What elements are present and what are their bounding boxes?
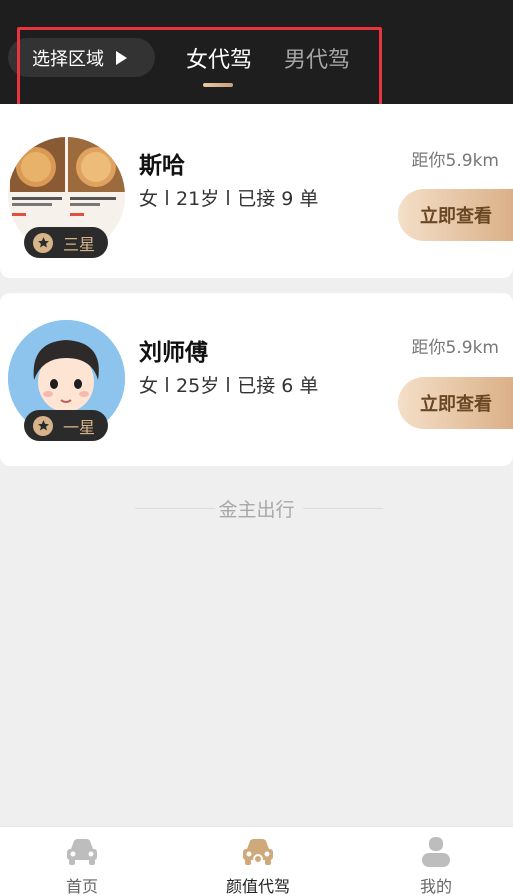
driver-avatar: 一星	[8, 320, 125, 441]
tabbar-label: 首页	[65, 877, 98, 896]
divider	[303, 508, 383, 509]
driver-name: 斯哈	[139, 153, 185, 179]
driver-orders: 已接 6 单	[237, 375, 319, 397]
rating-label: 一星	[63, 417, 96, 437]
star-icon	[33, 232, 53, 253]
driver-meta: 女 25岁 已接 6 单	[139, 371, 318, 398]
driver-gender: 女	[139, 375, 159, 397]
view-now-button[interactable]: 立即查看	[398, 189, 513, 241]
driver-name: 刘师傅	[139, 340, 208, 366]
divider	[227, 377, 230, 392]
driver-avatar: 三星	[8, 137, 125, 258]
divider	[227, 190, 230, 205]
view-now-button[interactable]: 立即查看	[398, 377, 513, 429]
highlight-box	[17, 27, 382, 112]
tabbar-item-mine[interactable]: 我的	[376, 835, 496, 896]
divider	[166, 190, 169, 205]
driver-orders: 已接 9 单	[237, 188, 319, 210]
car-icon	[22, 835, 142, 869]
driver-card[interactable]: 三星 斯哈 女 21岁 已接 9 单 距你5.9km 立即查看	[0, 104, 513, 278]
tabbar-label: 颜值代驾	[225, 877, 290, 896]
driver-distance: 距你5.9km	[411, 151, 499, 171]
view-now-label: 立即查看	[420, 206, 492, 227]
star-icon	[33, 415, 53, 436]
driver-card[interactable]: 一星 刘师傅 女 25岁 已接 6 单 距你5.9km 立即查看	[0, 293, 513, 466]
rating-badge: 一星	[24, 410, 108, 441]
tabbar-label: 我的	[419, 877, 452, 896]
tabbar-item-home[interactable]: 首页	[22, 835, 142, 896]
brand-footer-note: 金主出行	[0, 495, 513, 522]
tabbar-item-beauty-driver[interactable]: 颜值代驾	[198, 835, 318, 896]
driver-distance: 距你5.9km	[411, 338, 499, 358]
car-icon	[198, 835, 318, 869]
brand-footer-text: 金主出行	[218, 499, 295, 521]
rating-label: 三星	[63, 234, 96, 254]
driver-meta: 女 21岁 已接 9 单	[139, 184, 318, 211]
driver-age: 21岁	[176, 188, 220, 210]
driver-age: 25岁	[176, 375, 220, 397]
bottom-tab-bar: 首页 颜值代驾 我的	[0, 826, 513, 896]
driver-gender: 女	[139, 188, 159, 210]
view-now-label: 立即查看	[420, 394, 492, 415]
divider	[166, 377, 169, 392]
user-icon	[376, 835, 496, 869]
divider	[135, 508, 215, 509]
rating-badge: 三星	[24, 227, 108, 258]
